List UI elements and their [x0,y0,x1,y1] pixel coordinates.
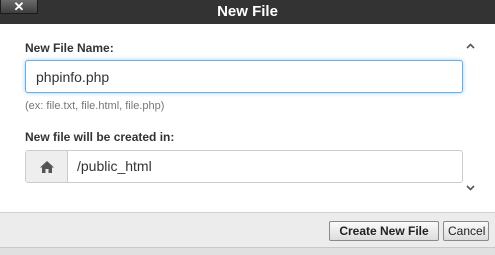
scroll-up-button[interactable] [465,41,476,51]
cancel-button[interactable]: Cancel [443,221,489,241]
chevron-up-icon [466,43,475,49]
chevron-down-icon [466,185,475,191]
filename-input[interactable] [25,60,463,93]
vertical-scrollbar[interactable] [463,38,478,198]
location-field: /public_html [25,150,463,183]
create-new-file-button[interactable]: Create New File [329,221,439,241]
new-file-dialog: ✕ New File New File Name: (ex: file.txt,… [0,0,495,255]
location-label: New file will be created in: [25,130,175,144]
location-path: /public_html [77,158,152,174]
location-addon [26,151,68,182]
scroll-down-button[interactable] [465,183,476,193]
dialog-body: New File Name: (ex: file.txt, file.html,… [0,24,495,212]
dialog-titlebar: ✕ New File [0,0,495,24]
filename-label: New File Name: [25,41,114,55]
filename-hint: (ex: file.txt, file.html, file.php) [25,100,165,112]
footer-strip [0,247,495,255]
dialog-title: New File [217,3,278,20]
home-icon [39,160,54,173]
